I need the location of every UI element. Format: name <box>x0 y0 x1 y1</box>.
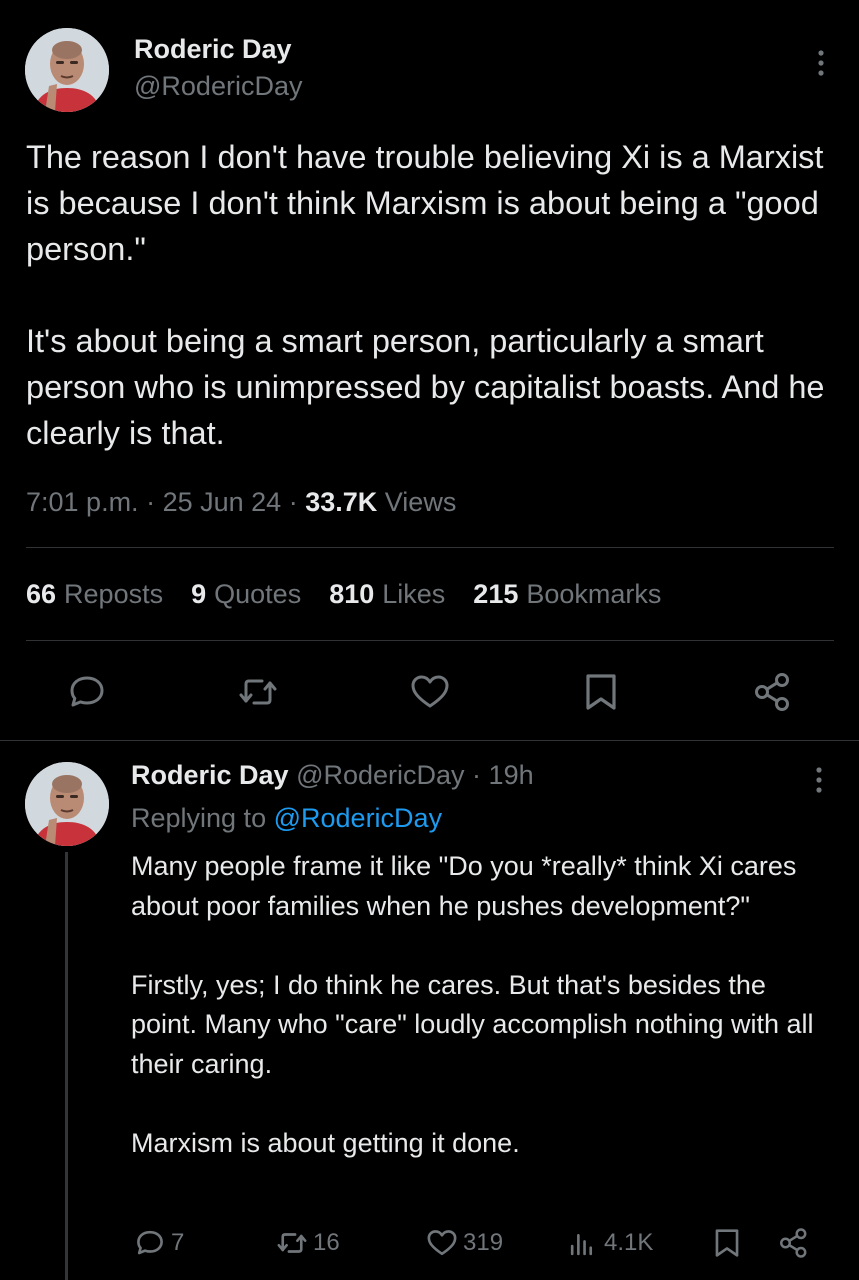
bookmark-button[interactable] <box>579 670 623 714</box>
tweet-time[interactable]: 7:01 p.m. <box>26 487 139 517</box>
share-button[interactable] <box>751 670 795 714</box>
reply-reply-button[interactable]: 7 <box>133 1226 184 1260</box>
reply-author-handle[interactable]: @RodericDay <box>296 760 464 790</box>
reposts-stat[interactable]: 66 Reposts <box>26 579 163 610</box>
reply-bookmark-button[interactable] <box>710 1226 744 1260</box>
tweet-meta: 7:01 p.m. · 25 Jun 24 · 33.7K Views <box>26 487 457 517</box>
likes-stat[interactable]: 810 Likes <box>329 579 445 610</box>
reply-author-avatar[interactable] <box>25 762 109 846</box>
reply-like-button[interactable]: 319 <box>425 1226 503 1260</box>
reply-action-bar: 7 16 319 4.1K <box>0 1226 859 1266</box>
repost-count: 16 <box>313 1229 340 1256</box>
speech-bubble-icon <box>70 676 104 707</box>
tweet-paragraph: The reason I don't have trouble believin… <box>26 139 824 267</box>
tweet-date[interactable]: 25 Jun 24 <box>163 487 282 517</box>
like-count: 319 <box>463 1229 504 1256</box>
reply-count: 7 <box>171 1229 185 1256</box>
author-avatar[interactable] <box>25 28 109 112</box>
reply-paragraph: Many people frame it like "Do you *reall… <box>131 851 797 921</box>
heart-icon <box>411 675 449 708</box>
replying-mention[interactable]: @RodericDay <box>274 803 442 833</box>
reply-header: Roderic Day @RodericDay · 19h <box>131 760 534 790</box>
author-name[interactable]: Roderic Day <box>134 34 292 65</box>
reply-share-button[interactable] <box>777 1226 811 1260</box>
divider <box>26 640 834 641</box>
more-vertical-icon[interactable] <box>813 48 829 78</box>
bookmark-icon <box>586 674 616 710</box>
share-nodes-icon <box>755 673 789 711</box>
quotes-stat[interactable]: 9 Quotes <box>191 579 301 610</box>
views-label: Views <box>384 487 457 517</box>
more-vertical-icon[interactable] <box>811 765 827 795</box>
author-handle[interactable]: @RodericDay <box>134 71 302 102</box>
bookmarks-stat[interactable]: 215 Bookmarks <box>473 579 661 610</box>
tweet-paragraph: It's about being a smart person, particu… <box>26 323 825 451</box>
replying-to: Replying to @RodericDay <box>131 803 442 834</box>
avatar-photo <box>25 28 109 112</box>
divider <box>26 547 834 548</box>
reply-age[interactable]: 19h <box>489 760 534 790</box>
reply-text: Many people frame it like "Do you *reall… <box>131 847 821 1163</box>
speech-bubble-icon <box>137 1230 163 1255</box>
repost-arrows-icon <box>239 679 277 705</box>
avatar-photo <box>25 762 109 846</box>
divider <box>0 740 859 741</box>
reply-repost-button[interactable]: 16 <box>275 1226 340 1260</box>
views-count: 4.1K <box>604 1229 654 1256</box>
repost-arrows-icon <box>277 1233 307 1253</box>
share-nodes-icon <box>780 1228 807 1258</box>
bar-chart-icon <box>570 1233 593 1256</box>
reply-paragraph: Marxism is about getting it done. <box>131 1127 520 1158</box>
bookmark-icon <box>715 1229 739 1257</box>
heart-icon <box>427 1230 457 1256</box>
reply-views-button[interactable]: 4.1K <box>566 1226 653 1260</box>
engagement-stats: 66 Reposts 9 Quotes 810 Likes 215 Bookmarks <box>26 579 661 610</box>
thread-line <box>65 852 68 1280</box>
reply-button[interactable] <box>65 670 109 714</box>
reply-paragraph: Firstly, yes; I do think he cares. But t… <box>131 969 814 1079</box>
replying-prefix: Replying to <box>131 803 267 833</box>
repost-button[interactable] <box>236 670 280 714</box>
reply-author-name[interactable]: Roderic Day <box>131 760 289 790</box>
views-count: 33.7K <box>305 487 378 517</box>
like-button[interactable] <box>408 670 452 714</box>
tweet-text: The reason I don't have trouble believin… <box>26 134 836 456</box>
